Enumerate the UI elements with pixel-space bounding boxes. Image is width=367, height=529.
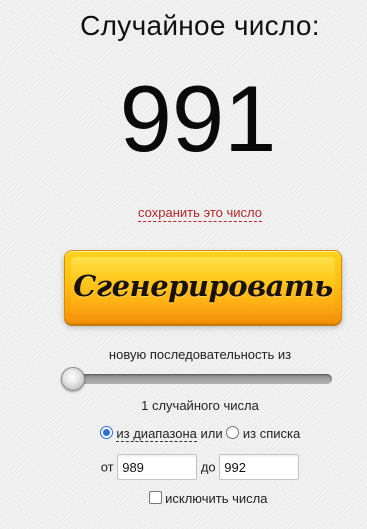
save-number-link-row: сохранить это число — [0, 205, 367, 222]
sequence-label: новую последовательность из — [108, 347, 292, 362]
count-label: 1 случайного числа — [141, 398, 259, 413]
range-mode-label[interactable]: из диапазона — [116, 426, 197, 443]
range-mode-radio[interactable] — [99, 426, 113, 440]
range-inputs: от до — [0, 454, 367, 480]
random-number-value: 991 — [119, 66, 277, 171]
from-label: от — [100, 459, 114, 475]
generate-button[interactable]: Сгенерировать — [64, 250, 342, 324]
to-label: до — [200, 459, 216, 475]
from-input[interactable] — [117, 454, 198, 480]
page-title: Случайное число: — [80, 10, 320, 41]
exclude-numbers-row: исключить числа — [0, 490, 367, 506]
count-slider-handle[interactable] — [61, 367, 85, 391]
exclude-numbers-checkbox[interactable] — [148, 491, 162, 505]
exclude-numbers-label[interactable]: исключить числа — [165, 491, 267, 506]
mode-selector: из диапазона или из списка — [0, 425, 367, 443]
to-input[interactable] — [219, 454, 300, 480]
list-mode-label[interactable]: из списка — [243, 426, 300, 441]
mode-or-text: или — [200, 426, 223, 442]
save-number-link[interactable]: сохранить это число — [138, 205, 262, 222]
generate-button-label: Сгенерировать — [73, 269, 333, 303]
count-slider-track[interactable] — [62, 374, 332, 384]
list-mode-radio[interactable] — [226, 426, 240, 440]
